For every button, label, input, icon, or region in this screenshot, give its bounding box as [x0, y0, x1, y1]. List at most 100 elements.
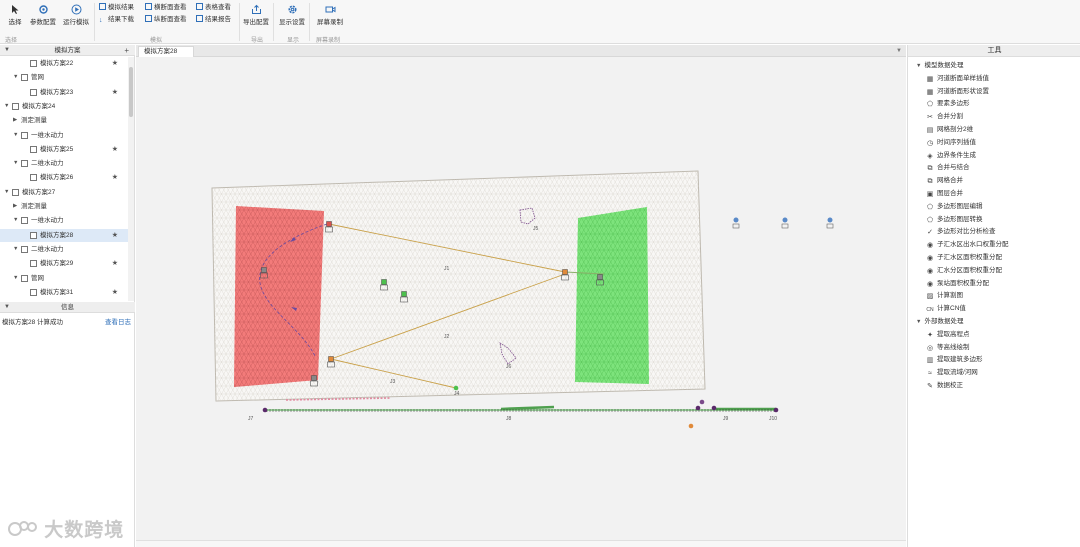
tree-item[interactable]: ▼ 二维水动力 [0, 243, 128, 256]
tree-item[interactable]: 模拟方案28 ★ [0, 228, 128, 242]
tree-item-checkbox[interactable] [21, 160, 28, 168]
node-marker[interactable] [262, 407, 268, 413]
node-marker[interactable] [381, 279, 387, 285]
tool-item[interactable]: ◉ 子汇水区面积权重分配 [926, 252, 1002, 264]
tree-item-checkbox[interactable] [30, 260, 37, 268]
node-marker[interactable] [688, 423, 694, 429]
expand-down-icon[interactable]: ▼ [916, 63, 921, 69]
expand-down-icon[interactable]: ▼ [4, 186, 9, 199]
tool-item[interactable]: ✓ 多边形对比分析检查 [926, 226, 995, 238]
tool-item[interactable]: ✦ 提取高程点 [926, 329, 969, 341]
node-marker[interactable] [699, 399, 705, 405]
display-settings-button[interactable]: 显示设置 [279, 2, 305, 32]
star-icon[interactable]: ★ [112, 86, 118, 99]
sim-result-button[interactable]: 模拟结果 [99, 3, 134, 12]
tool-item[interactable]: ✎ 数据校正 [926, 380, 963, 392]
node-marker[interactable] [326, 221, 332, 227]
tree-item-checkbox[interactable] [21, 274, 28, 282]
node-marker[interactable] [711, 405, 717, 411]
tree-item[interactable]: 模拟方案22 ★ [0, 57, 128, 70]
tree-item[interactable]: 模拟方案31 ★ [0, 286, 128, 299]
outflow-zone[interactable] [575, 207, 649, 384]
params-button[interactable]: 参数配置 [30, 2, 56, 32]
long-section-button[interactable]: 纵断面查看 [145, 15, 187, 24]
tree-item[interactable]: ▼ 二维水动力 [0, 157, 128, 170]
expand-down-icon[interactable]: ▼ [916, 319, 921, 325]
expand-right-icon[interactable]: ▶ [13, 114, 17, 127]
tree-item[interactable]: ▼ 管网 [0, 71, 128, 84]
tree-item-checkbox[interactable] [30, 88, 37, 96]
tool-item[interactable]: ✂ 合并分割 [926, 111, 963, 123]
expand-right-icon[interactable]: ▶ [13, 200, 17, 213]
tool-item[interactable]: ◈ 边界条件生成 [926, 150, 976, 162]
expand-down-icon[interactable]: ▼ [13, 272, 18, 285]
scrollbar-thumb[interactable] [129, 67, 133, 117]
tool-item[interactable]: ▨ 计算割图 [926, 290, 963, 302]
tree-item[interactable]: 模拟方案29 ★ [0, 257, 128, 270]
result-report-button[interactable]: 结果报告 [196, 15, 231, 24]
tool-item[interactable]: ◉ 泵站面积权重分配 [926, 278, 989, 290]
tree-item-checkbox[interactable] [12, 102, 19, 110]
tool-item[interactable]: ≈ 提取流域/河网 [926, 367, 978, 379]
tool-item[interactable]: ◉ 汇水分区面积权重分配 [926, 265, 1002, 277]
node-marker[interactable] [328, 356, 334, 362]
tool-item[interactable]: ▣ 图层合并 [926, 188, 963, 200]
tree-item[interactable]: ▼ 管网 [0, 272, 128, 285]
star-icon[interactable]: ★ [112, 286, 118, 299]
node-marker[interactable] [401, 291, 407, 297]
tool-item[interactable]: ▦ 河道断面单样插值 [926, 73, 989, 85]
star-icon[interactable]: ★ [112, 257, 118, 270]
expand-down-icon[interactable]: ▼ [4, 100, 9, 113]
expand-down-icon[interactable]: ▼ [13, 129, 18, 142]
node-marker[interactable] [562, 269, 568, 275]
tree-item-checkbox[interactable] [30, 145, 37, 153]
tree-item[interactable]: ▶ 测定测量 [0, 114, 128, 127]
tree-item[interactable]: ▼ 模拟方案27 [0, 186, 128, 199]
tool-item[interactable]: ⧉ 网格合并 [926, 175, 964, 187]
view-log-link[interactable]: 查看日志 [105, 318, 131, 328]
map-canvas[interactable]: J1 J2 J3 J4 J5 J6 J7 J8 J9 J10 [136, 58, 906, 540]
expand-down-icon[interactable]: ▼ [13, 243, 18, 256]
expand-down-icon[interactable]: ▼ [13, 214, 18, 227]
tree-item-checkbox[interactable] [21, 245, 28, 253]
node-marker[interactable] [453, 385, 459, 391]
tool-item[interactable]: ⬠ 要素多边形 [926, 98, 970, 110]
tool-item[interactable]: ◎ 等高线绘制 [926, 342, 970, 354]
node-marker[interactable] [773, 407, 779, 413]
tree-item[interactable]: ▼ 模拟方案24 [0, 100, 128, 113]
tree-item[interactable]: ▼ 一维水动力 [0, 214, 128, 227]
tree-item[interactable]: 模拟方案25 ★ [0, 143, 128, 156]
star-icon[interactable]: ★ [112, 229, 118, 242]
add-scenario-button[interactable]: + [124, 45, 129, 56]
star-icon[interactable]: ★ [112, 171, 118, 184]
tree-item-checkbox[interactable] [30, 288, 37, 296]
node-marker[interactable] [261, 267, 267, 273]
tool-item[interactable]: ◷ 时间序列插值 [926, 137, 976, 149]
tool-item[interactable]: ◉ 子汇水区出水口权重分配 [926, 239, 1009, 251]
tree-item-checkbox[interactable] [21, 217, 28, 225]
screen-record-button[interactable]: 屏幕录制 [317, 2, 343, 32]
expand-down-icon[interactable]: ▼ [13, 157, 18, 170]
tool-item[interactable]: ▥ 提取建筑多边形 [926, 354, 983, 366]
expand-down-icon[interactable]: ▼ [13, 71, 18, 84]
tree-item-checkbox[interactable] [30, 60, 37, 67]
star-icon[interactable]: ★ [112, 57, 118, 70]
node-marker[interactable] [597, 274, 603, 280]
tool-section-header[interactable]: ▼ 外部数据处理 [916, 316, 963, 328]
star-icon[interactable]: ★ [112, 143, 118, 156]
cross-section-button[interactable]: 横断面查看 [145, 3, 187, 12]
table-view-button[interactable]: 表格查看 [196, 3, 231, 12]
tree-item-checkbox[interactable] [12, 188, 19, 196]
export-button[interactable]: 导出配置 [243, 2, 269, 32]
tree-item[interactable]: 模拟方案26 ★ [0, 171, 128, 184]
tree-item[interactable]: 模拟方案23 ★ [0, 86, 128, 99]
tree-item-checkbox[interactable] [21, 74, 28, 82]
node-marker[interactable] [311, 375, 317, 381]
gauge-markers[interactable] [732, 217, 834, 229]
run-button[interactable]: 运行模拟 [63, 2, 89, 32]
tool-section-header[interactable]: ▼ 模型数据处理 [916, 60, 963, 72]
tool-item[interactable]: ⬠ 多边形图层转换 [926, 214, 983, 226]
tool-item[interactable]: ▤ 网格剖分2维 [926, 124, 973, 136]
tree-item[interactable]: ▼ 一维水动力 [0, 129, 128, 142]
tool-item[interactable]: ▦ 河道断面形状设置 [926, 86, 989, 98]
